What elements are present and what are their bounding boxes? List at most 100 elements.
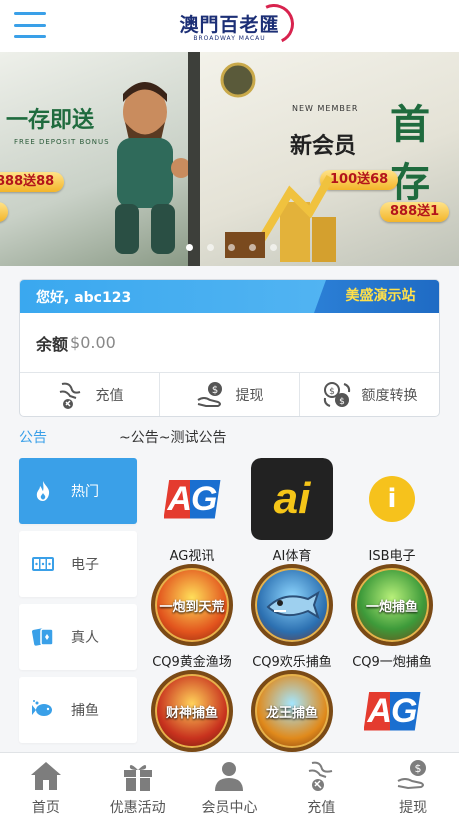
game-logo-text: 一炮捕鱼 <box>365 599 418 615</box>
game-tile-isb-slots[interactable]: i ISB电子 <box>342 458 442 564</box>
nav-label: 提现 <box>399 800 428 816</box>
nav-label: 首页 <box>31 800 60 816</box>
svg-text:$: $ <box>211 385 217 396</box>
game-label: CQ9黄金渔场 <box>152 655 232 670</box>
balance-label: 余额 <box>36 334 69 354</box>
game-label: AG视讯 <box>169 549 215 564</box>
game-tile-caishen-fishing[interactable]: 财神捕鱼 <box>142 670 242 757</box>
pirate-character-image <box>115 82 188 254</box>
nav-member-center[interactable]: 会员中心 <box>184 753 276 819</box>
banner-slide-deposit-bonus[interactable]: 一存即送 FREE DEPOSIT BONUS 888送88 8 <box>0 52 188 266</box>
banner-headline: 首存 <box>390 101 430 206</box>
category-hot[interactable]: 热门 <box>19 458 137 524</box>
bonus-pill: 8 <box>0 202 8 222</box>
user-icon <box>215 762 244 791</box>
game-tile-ag-live[interactable]: AG AG视讯 <box>142 458 242 564</box>
game-label: CQ9欢乐捕鱼 <box>252 655 332 670</box>
game-logo-text: 龙王捕鱼 <box>265 705 318 721</box>
nav-label: 优惠活动 <box>109 800 166 816</box>
account-actions: 充值 $ 提现 $ $ 额度转换 <box>20 373 439 416</box>
banner-pagination[interactable] <box>186 244 277 251</box>
top-header: 澳門百老匯 BROADWAY MACAU <box>0 0 459 52</box>
game-logo <box>251 564 333 646</box>
announcement-text: ~公告~测试公告 <box>119 430 227 446</box>
game-tile-cq9-happy-fishing[interactable]: CQ9欢乐捕鱼 <box>242 564 342 670</box>
game-tile-dragon-king-fishing[interactable]: 龙王捕鱼 <box>242 670 342 757</box>
game-label: CQ9一炮捕鱼 <box>352 655 432 670</box>
banner-dot[interactable] <box>270 244 277 251</box>
nav-withdraw[interactable]: $ 提现 <box>367 753 459 819</box>
announcement-bar[interactable]: 公告 ~公告~测试公告 <box>19 426 440 448</box>
gift-icon <box>123 764 152 791</box>
logo-subtitle: BROADWAY MACAU <box>193 35 266 42</box>
deposit-label: 充值 <box>95 388 124 404</box>
game-tile-cq9-golden-fishery[interactable]: 一炮到天荒 CQ9黄金渔场 <box>142 564 242 670</box>
withdraw-button[interactable]: $ 提现 <box>160 373 300 416</box>
banner-dot[interactable] <box>249 244 256 251</box>
nav-deposit[interactable]: 充值 <box>275 753 367 819</box>
account-card: 您好, abc123 美盛演示站 余额 $0.00 充值 $ 提现 $ $ 额度… <box>19 279 440 417</box>
withdraw-label: 提现 <box>235 388 264 404</box>
category-label: 电子 <box>71 557 99 573</box>
game-logo: AG <box>351 670 433 752</box>
menu-icon[interactable] <box>14 12 46 38</box>
banner-title: 一存即送 <box>6 107 95 133</box>
game-tile-ag-2[interactable]: AG <box>342 670 442 757</box>
category-fishing[interactable]: 捕鱼 <box>19 677 137 743</box>
category-label: 热门 <box>71 484 99 500</box>
ai-logo: ai <box>251 458 333 540</box>
deposit-icon <box>309 761 333 791</box>
ag-logo: AG <box>163 479 221 519</box>
user-greeting: 您好, abc123 <box>36 290 132 306</box>
balance-value: $0.00 <box>70 333 116 352</box>
game-category-sidebar: 热门 电子 真人 捕鱼 <box>19 458 137 758</box>
game-logo: i <box>351 458 433 540</box>
nav-promotions[interactable]: 优惠活动 <box>92 753 184 819</box>
banner-dot[interactable] <box>186 244 193 251</box>
svg-text:$: $ <box>339 397 345 407</box>
game-logo-text: 一炮到天荒 <box>159 599 225 615</box>
game-logo: 龙王捕鱼 <box>251 670 333 752</box>
game-tile-ai-sports[interactable]: ai AI体育 <box>242 458 342 564</box>
ag-logo: AG <box>363 691 421 731</box>
promo-banner[interactable]: 一存即送 FREE DEPOSIT BONUS 888送88 8 NEW MEM… <box>0 52 459 266</box>
game-tile-cq9-one-shot-fishing[interactable]: 一炮捕鱼 CQ9一炮捕鱼 <box>342 564 442 670</box>
fish-icon <box>32 700 52 716</box>
game-logo: ai <box>251 458 333 540</box>
withdraw-icon: $ <box>196 382 222 407</box>
isb-logo: i <box>369 476 415 522</box>
category-live[interactable]: 真人 <box>19 604 137 670</box>
announcement-tag: 公告 <box>19 430 47 446</box>
category-label: 捕鱼 <box>71 703 99 719</box>
banner-dot[interactable] <box>228 244 235 251</box>
banner-slide-new-member[interactable]: NEW MEMBER 新会员 首存 100送68 888送1 <box>200 52 459 266</box>
game-logo: AG <box>151 458 233 540</box>
game-label: AI体育 <box>272 549 312 564</box>
playing-cards-icon <box>32 628 54 646</box>
account-header: 您好, abc123 美盛演示站 <box>20 280 439 313</box>
demo-site-link[interactable]: 美盛演示站 <box>314 280 439 313</box>
home-icon <box>30 762 61 790</box>
bonus-pill: 888送1 <box>380 202 450 222</box>
deposit-button[interactable]: 充值 <box>20 373 160 416</box>
game-grid: AG AG视讯 ai AI体育 i ISB电子 一炮到天荒 CQ9黄金渔场 CQ… <box>142 456 452 756</box>
balance-row: 余额 $0.00 <box>20 313 439 373</box>
category-label: 真人 <box>71 630 99 646</box>
nav-home[interactable]: 首页 <box>0 753 92 819</box>
transfer-icon: $ $ <box>323 382 350 407</box>
transfer-button[interactable]: $ $ 额度转换 <box>300 373 439 416</box>
svg-text:$: $ <box>415 762 422 775</box>
shark-icon <box>266 590 320 620</box>
withdraw-icon: $ <box>397 760 427 790</box>
game-label: ISB电子 <box>368 549 416 564</box>
bonus-pill: 888送88 <box>0 172 65 192</box>
banner-tag: NEW MEMBER <box>292 104 359 113</box>
game-logo: 一炮到天荒 <box>151 564 233 646</box>
game-logo-text: 财神捕鱼 <box>165 705 218 721</box>
category-slots[interactable]: 电子 <box>19 531 137 597</box>
banner-title: 新会员 <box>290 133 357 159</box>
banner-dot[interactable] <box>207 244 214 251</box>
transfer-label: 额度转换 <box>361 388 418 404</box>
brand-logo[interactable]: 澳門百老匯 BROADWAY MACAU <box>179 0 300 50</box>
game-logo: 财神捕鱼 <box>151 670 233 752</box>
